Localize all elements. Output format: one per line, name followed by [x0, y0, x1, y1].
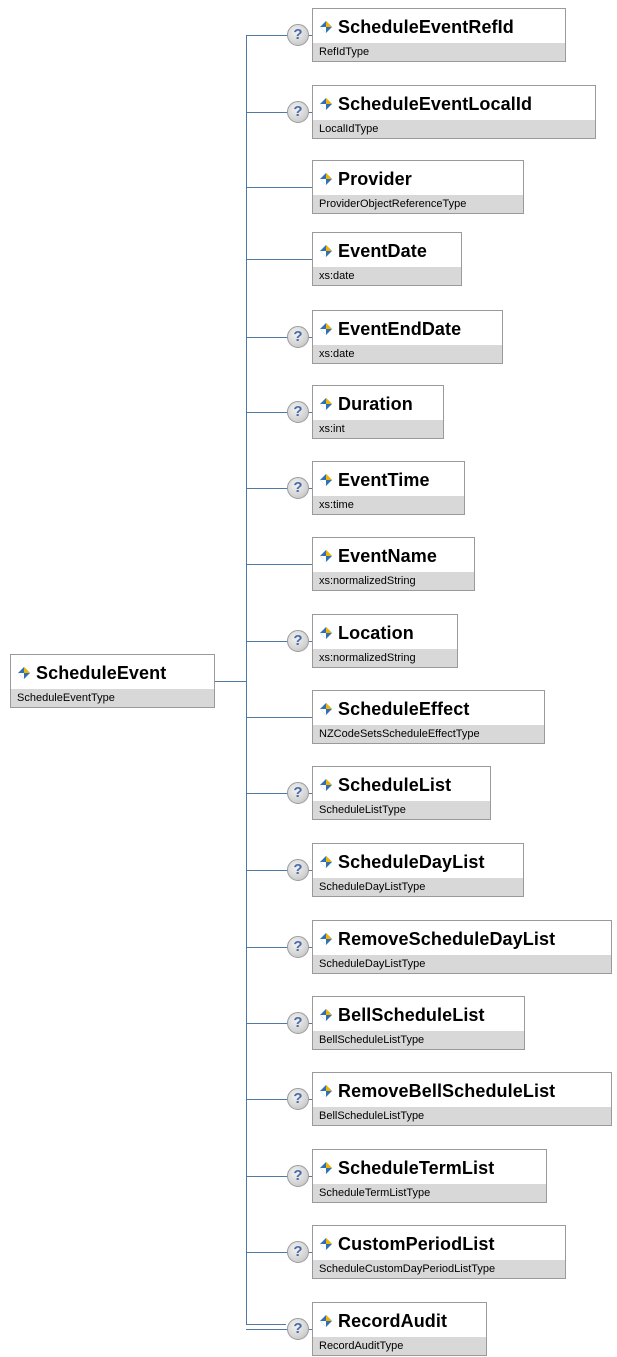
root-element-name: ScheduleEvent: [36, 663, 167, 683]
optional-help-icon[interactable]: ?: [287, 326, 309, 348]
xml-element-icon: [320, 245, 332, 257]
element-schedule-list[interactable]: ScheduleList ScheduleListType: [312, 766, 491, 820]
element-record-audit[interactable]: RecordAudit RecordAuditType: [312, 1302, 487, 1356]
optional-help-icon[interactable]: ?: [287, 401, 309, 423]
element-type: ScheduleDayListType: [313, 955, 611, 973]
optional-help-icon[interactable]: ?: [287, 1012, 309, 1034]
element-schedule-event-local-id[interactable]: ScheduleEventLocalId LocalIdType: [312, 85, 596, 139]
optional-help-icon[interactable]: ?: [287, 782, 309, 804]
optional-help-icon[interactable]: ?: [287, 477, 309, 499]
optional-help-icon[interactable]: ?: [287, 630, 309, 652]
element-name: RecordAudit: [338, 1311, 448, 1331]
xml-element-icon: [18, 667, 30, 679]
element-schedule-day-list[interactable]: ScheduleDayList ScheduleDayListType: [312, 843, 524, 897]
element-schedule-effect[interactable]: ScheduleEffect NZCodeSetsScheduleEffectTy…: [312, 690, 545, 744]
optional-help-icon[interactable]: ?: [287, 1241, 309, 1263]
element-type: RecordAuditType: [313, 1337, 486, 1355]
element-remove-bell-schedule-list[interactable]: RemoveBellScheduleList BellScheduleListTy…: [312, 1072, 612, 1126]
element-type: LocalIdType: [313, 120, 595, 138]
element-name: RemoveScheduleDayList: [338, 929, 556, 949]
element-type: xs:normalizedString: [313, 572, 474, 590]
element-name: CustomPeriodList: [338, 1234, 495, 1254]
xml-element-icon: [320, 398, 332, 410]
branch-connector: [246, 564, 312, 565]
element-name: Provider: [338, 169, 412, 189]
xml-element-icon: [320, 550, 332, 562]
xml-element-icon: [320, 1009, 332, 1021]
element-bell-schedule-list[interactable]: BellScheduleList BellScheduleListType: [312, 996, 525, 1050]
element-type: xs:time: [313, 496, 464, 514]
element-type: NZCodeSetsScheduleEffectType: [313, 725, 544, 743]
element-name: BellScheduleList: [338, 1005, 485, 1025]
element-type: xs:normalizedString: [313, 649, 457, 667]
optional-help-icon[interactable]: ?: [287, 101, 309, 123]
element-name: EventDate: [338, 241, 427, 261]
element-name: ScheduleEventRefId: [338, 17, 514, 37]
branch-connector: [246, 259, 312, 260]
schema-tree: ScheduleEvent ScheduleEventType ? Schedul…: [0, 0, 617, 1357]
element-name: RemoveBellScheduleList: [338, 1081, 556, 1101]
element-name: ScheduleEffect: [338, 699, 470, 719]
xml-element-icon: [320, 1238, 332, 1250]
optional-help-icon[interactable]: ?: [287, 1165, 309, 1187]
optional-help-icon[interactable]: ?: [287, 859, 309, 881]
root-element-type: ScheduleEventType: [11, 689, 214, 707]
element-name: Location: [338, 623, 414, 643]
xml-element-icon: [320, 323, 332, 335]
element-name: ScheduleTermList: [338, 1158, 495, 1178]
element-type: xs:int: [313, 420, 443, 438]
xml-element-icon: [320, 703, 332, 715]
element-type: xs:date: [313, 345, 502, 363]
element-type: ProviderObjectReferenceType: [313, 195, 523, 213]
element-name: ScheduleList: [338, 775, 452, 795]
element-name: EventName: [338, 546, 437, 566]
xml-element-icon: [320, 779, 332, 791]
element-name: ScheduleDayList: [338, 852, 485, 872]
element-duration[interactable]: Duration xs:int: [312, 385, 444, 439]
root-connector: [215, 681, 246, 682]
element-event-name[interactable]: EventName xs:normalizedString: [312, 537, 475, 591]
optional-help-icon[interactable]: ?: [287, 936, 309, 958]
element-type: ScheduleCustomDayPeriodListType: [313, 1260, 565, 1278]
element-type: xs:date: [313, 267, 461, 285]
element-custom-period-list[interactable]: CustomPeriodList ScheduleCustomDayPeriodL…: [312, 1225, 566, 1279]
element-type: ScheduleListType: [313, 801, 490, 819]
element-name: ScheduleEventLocalId: [338, 94, 533, 114]
element-name: EventEndDate: [338, 319, 462, 339]
optional-help-icon[interactable]: ?: [287, 24, 309, 46]
element-event-end-date[interactable]: EventEndDate xs:date: [312, 310, 503, 364]
xml-element-icon: [320, 21, 332, 33]
element-name: EventTime: [338, 470, 430, 490]
element-event-time[interactable]: EventTime xs:time: [312, 461, 465, 515]
element-name: Duration: [338, 394, 413, 414]
element-location[interactable]: Location xs:normalizedString: [312, 614, 458, 668]
xml-element-icon: [320, 1085, 332, 1097]
element-provider[interactable]: Provider ProviderObjectReferenceType: [312, 160, 524, 214]
element-type: BellScheduleListType: [313, 1107, 611, 1125]
element-schedule-term-list[interactable]: ScheduleTermList ScheduleTermListType: [312, 1149, 547, 1203]
optional-help-icon[interactable]: ?: [287, 1088, 309, 1110]
branch-connector: [246, 187, 312, 188]
element-event-date[interactable]: EventDate xs:date: [312, 232, 462, 286]
element-type: BellScheduleListType: [313, 1031, 524, 1049]
xml-element-icon: [320, 933, 332, 945]
xml-element-icon: [320, 856, 332, 868]
branch-connector: [246, 717, 312, 718]
element-schedule-event-ref-id[interactable]: ScheduleEventRefId RefIdType: [312, 8, 566, 62]
xml-element-icon: [320, 1315, 332, 1327]
xml-element-icon: [320, 1162, 332, 1174]
root-element[interactable]: ScheduleEvent ScheduleEventType: [10, 654, 215, 708]
xml-element-icon: [320, 474, 332, 486]
xml-element-icon: [320, 98, 332, 110]
element-remove-schedule-day-list[interactable]: RemoveScheduleDayList ScheduleDayListType: [312, 920, 612, 974]
xml-element-icon: [320, 173, 332, 185]
children-trunk: [246, 35, 247, 1324]
element-type: ScheduleTermListType: [313, 1184, 546, 1202]
xml-element-icon: [320, 627, 332, 639]
element-type: RefIdType: [313, 43, 565, 61]
bottom-branch: [246, 1324, 286, 1325]
optional-help-icon[interactable]: ?: [287, 1318, 309, 1340]
element-type: ScheduleDayListType: [313, 878, 523, 896]
